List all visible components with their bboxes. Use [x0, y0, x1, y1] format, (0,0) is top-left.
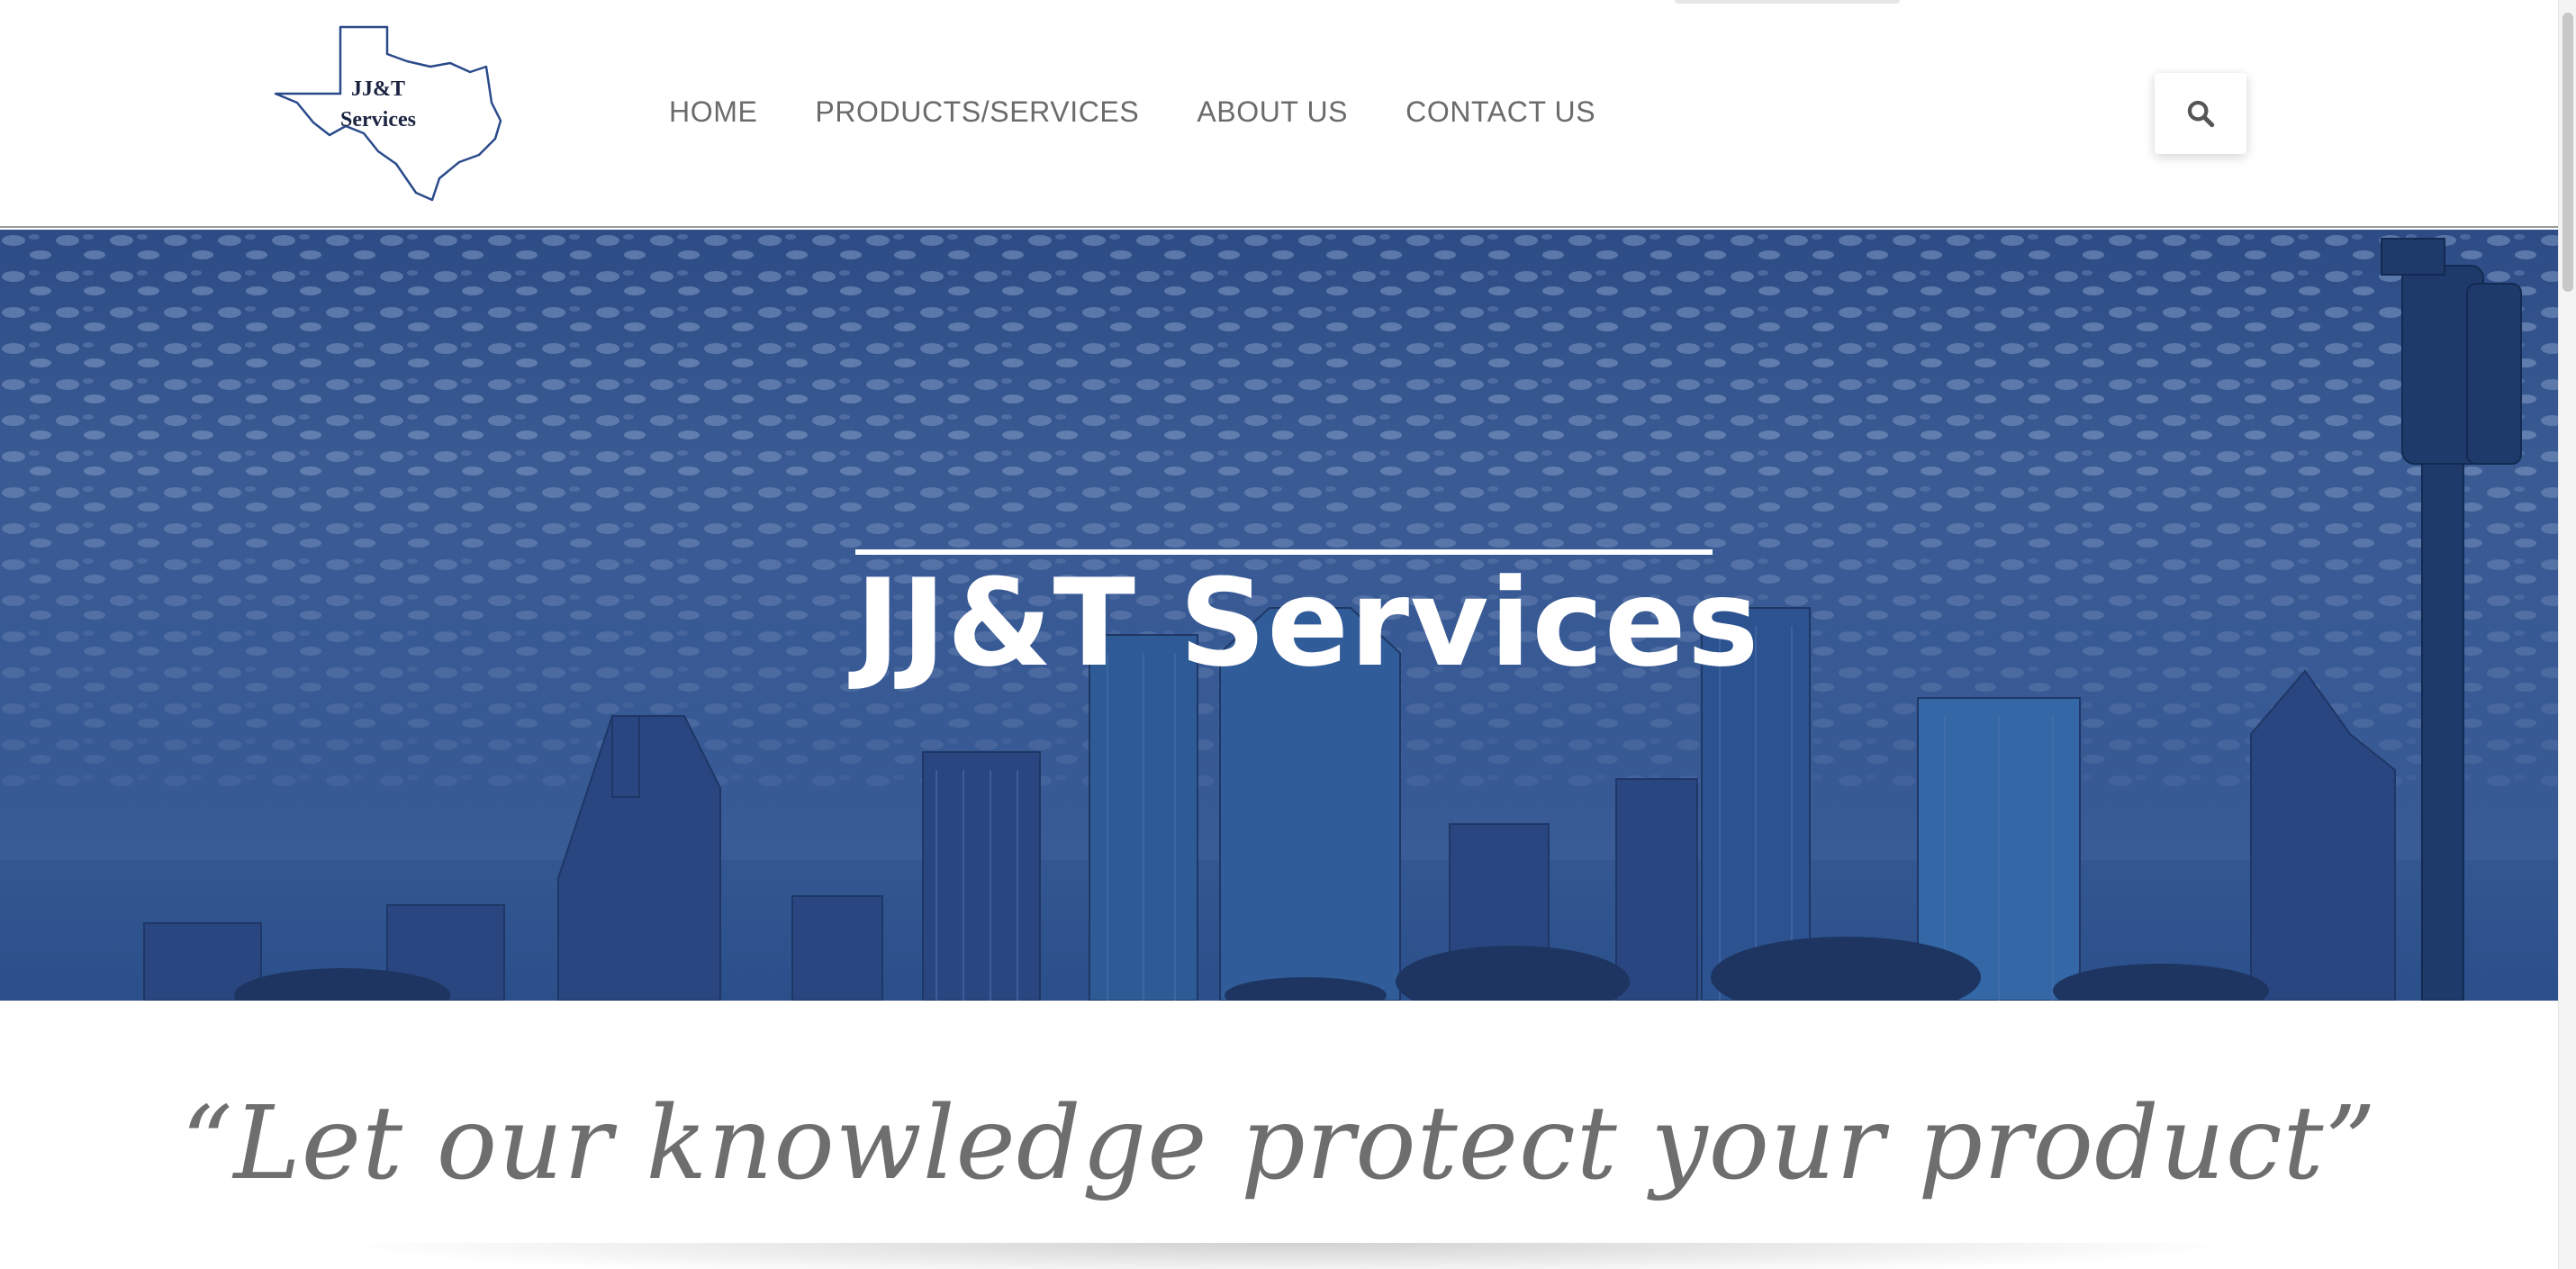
page-scrollbar[interactable] [2558, 0, 2576, 1269]
logo-line-2: Services [340, 108, 416, 131]
top-tab-indicator [1675, 0, 1900, 4]
main-nav: HOME PRODUCTS/SERVICES ABOUT US CONTACT … [669, 95, 1653, 129]
content-card-shadow [324, 1243, 2251, 1269]
nav-item-contact-us[interactable]: CONTACT US [1406, 95, 1595, 129]
search-button[interactable] [2155, 73, 2246, 154]
hero-title: JJ&T Services [855, 553, 1760, 693]
nav-item-home[interactable]: HOME [669, 95, 757, 129]
tagline: “Let our knowledge protect your product” [181, 1085, 2377, 1202]
nav-item-about-us[interactable]: ABOUT US [1197, 95, 1348, 129]
logo-line-1: JJ&T [351, 77, 405, 101]
logo-text: JJ&T Services [324, 74, 432, 135]
scrollbar-thumb[interactable] [2562, 13, 2573, 292]
hero-banner: JJ&T Services [0, 230, 2558, 1001]
hero-title-block: JJ&T Services [855, 549, 1760, 693]
nav-item-products-services[interactable]: PRODUCTS/SERVICES [815, 95, 1139, 129]
site-header: JJ&T Services HOME PRODUCTS/SERVICES ABO… [0, 0, 2558, 228]
site-logo[interactable]: JJ&T Services [270, 20, 504, 207]
search-icon [2187, 100, 2215, 128]
